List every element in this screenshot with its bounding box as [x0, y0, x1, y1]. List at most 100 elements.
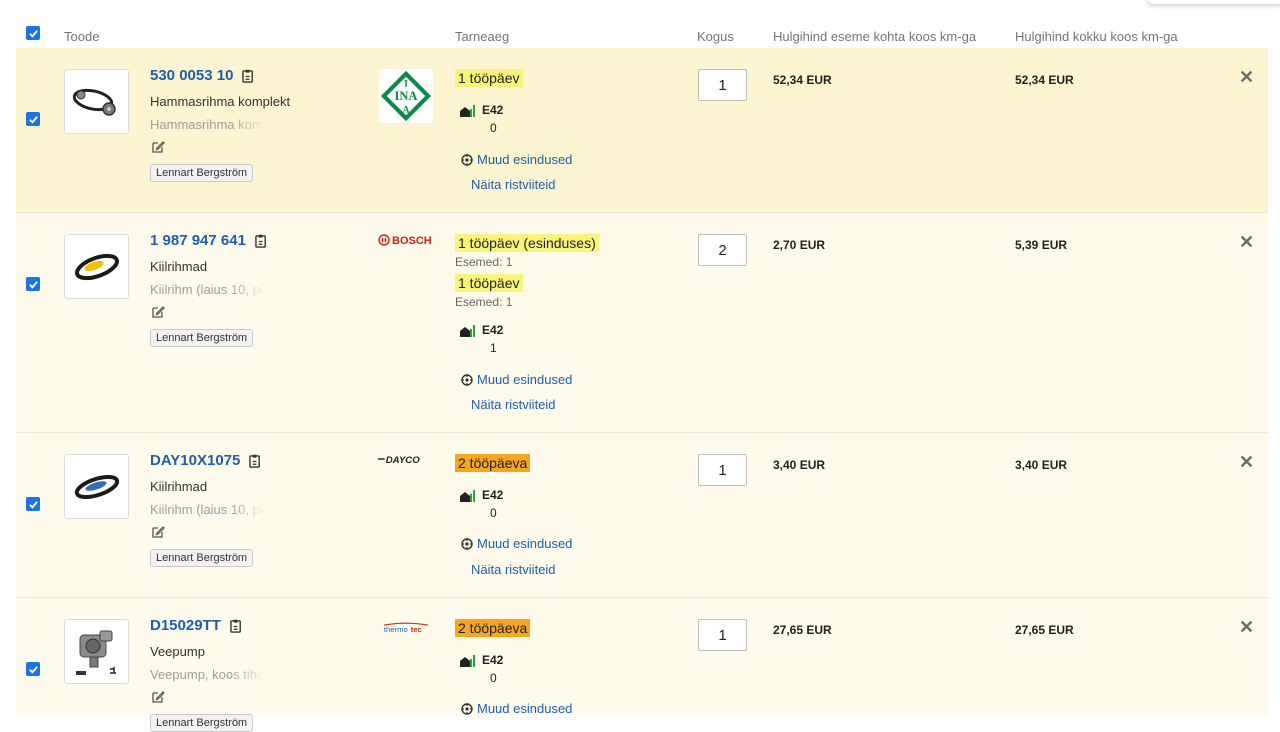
- svg-text:tec: tec: [411, 625, 423, 634]
- brand-logo-thermotec: thermo tec: [382, 622, 438, 634]
- quantity-input[interactable]: 2: [698, 234, 747, 266]
- branches-icon: [461, 373, 473, 386]
- product-code-link[interactable]: DAY10X1075: [150, 452, 240, 469]
- cross-references-link[interactable]: Näita ristviiteid: [471, 562, 556, 577]
- table-header: Toode Tarneaeg Kogus Hulgihind eseme koh…: [0, 0, 1280, 48]
- supplier-tag: Lennart Bergström: [150, 714, 254, 732]
- copy-icon[interactable]: [255, 234, 268, 248]
- remove-row-icon[interactable]: ✕: [1239, 68, 1254, 86]
- warehouse-info: E42: [460, 488, 503, 502]
- product-code-link[interactable]: D15029TT: [150, 617, 221, 634]
- warehouse-code: E42: [482, 653, 504, 667]
- brand-logo-ina: I INA A: [378, 68, 434, 124]
- table-row: 530 0053 10 Hammasrihma komplekt Hammasr…: [16, 48, 1268, 213]
- table-row: D15029TT Veepump Veepump, koos tihendiga…: [16, 598, 1268, 732]
- unit-price: 3,40 EUR: [773, 458, 826, 472]
- edit-icon[interactable]: [152, 690, 165, 703]
- product-description: Hammasrihma komplekt: [150, 117, 265, 132]
- branches-icon: [461, 537, 473, 550]
- cross-references-link[interactable]: Näita ristviiteid: [471, 397, 556, 412]
- delivery-time-badge: 1 tööpäev: [455, 69, 523, 87]
- other-branches-label: Muud esindused: [477, 701, 573, 716]
- product-description: Kiilrihm (laius 10, pikkus: [150, 502, 265, 517]
- warehouse-quantity: 1: [490, 341, 497, 355]
- check-icon: [28, 280, 38, 289]
- other-branches-link[interactable]: Muud esindused: [461, 701, 572, 716]
- edit-icon[interactable]: [152, 525, 165, 538]
- delivery-time-badge: 1 tööpäev (esinduses): [455, 234, 599, 252]
- product-image[interactable]: [64, 454, 129, 519]
- warehouse-code: E42: [482, 323, 504, 337]
- total-price: 3,40 EUR: [1015, 458, 1068, 472]
- product-name: Kiilrihmad: [150, 479, 208, 494]
- warehouse-info: E42: [460, 653, 503, 667]
- total-price: 27,65 EUR: [1015, 623, 1074, 637]
- edit-icon[interactable]: [152, 305, 165, 318]
- supplier-tag: Lennart Bergström: [150, 549, 254, 567]
- total-price: 5,39 EUR: [1015, 238, 1068, 252]
- edit-icon[interactable]: [152, 140, 165, 153]
- svg-text:DAYCO: DAYCO: [386, 455, 421, 465]
- other-branches-link[interactable]: Muud esindused: [461, 152, 572, 167]
- column-header-quantity[interactable]: Kogus: [697, 29, 734, 44]
- remove-row-icon[interactable]: ✕: [1239, 618, 1254, 636]
- warehouse-stock-icon: [460, 105, 475, 117]
- cross-references-link[interactable]: Näita ristviiteid: [471, 177, 556, 192]
- row-checkbox[interactable]: [26, 112, 40, 126]
- product-image[interactable]: [64, 234, 129, 299]
- warehouse-stock-icon: [460, 655, 475, 667]
- warehouse-quantity: 0: [490, 121, 497, 135]
- check-icon: [28, 29, 38, 38]
- svg-text:INA: INA: [395, 89, 418, 103]
- v-belt-image: [74, 474, 119, 499]
- quantity-input[interactable]: 1: [698, 454, 747, 486]
- other-branches-label: Muud esindused: [477, 536, 573, 551]
- column-header-total-price[interactable]: Hulgihind kokku koos km-ga: [1015, 29, 1178, 44]
- other-branches-link[interactable]: Muud esindused: [461, 536, 572, 551]
- unit-price: 27,65 EUR: [773, 623, 832, 637]
- product-image[interactable]: [64, 69, 129, 134]
- copy-icon[interactable]: [242, 69, 255, 83]
- items-count: Esemed: 1: [455, 295, 513, 309]
- warehouse-quantity: 0: [490, 506, 497, 520]
- row-checkbox[interactable]: [26, 497, 40, 511]
- product-code-link[interactable]: 1 987 947 641: [150, 232, 246, 249]
- svg-text:BOSCH: BOSCH: [392, 235, 432, 247]
- product-description: Veepump, koos tihendiga: [150, 667, 265, 682]
- unit-price: 52,34 EUR: [773, 73, 832, 87]
- supplier-tag: Lennart Bergström: [150, 329, 254, 347]
- quantity-input[interactable]: 1: [698, 619, 747, 651]
- copy-icon[interactable]: [249, 454, 262, 468]
- select-all-checkbox[interactable]: [26, 26, 40, 40]
- product-code-link[interactable]: 530 0053 10: [150, 67, 233, 84]
- product-image[interactable]: [64, 619, 129, 684]
- copy-icon[interactable]: [230, 619, 243, 633]
- timing-belt-kit-image: [72, 88, 116, 116]
- branches-icon: [461, 702, 473, 715]
- column-header-unit-price[interactable]: Hulgihind eseme kohta koos km-ga: [773, 29, 976, 44]
- v-belt-image: [74, 253, 119, 280]
- check-icon: [28, 665, 38, 674]
- remove-row-icon[interactable]: ✕: [1239, 233, 1254, 251]
- row-checkbox[interactable]: [26, 277, 40, 291]
- column-header-delivery[interactable]: Tarneaeg: [455, 29, 509, 44]
- other-branches-link[interactable]: Muud esindused: [461, 372, 572, 387]
- warehouse-info: E42: [460, 323, 503, 337]
- other-branches-label: Muud esindused: [477, 372, 573, 387]
- row-checkbox[interactable]: [26, 662, 40, 676]
- remove-row-icon[interactable]: ✕: [1239, 453, 1254, 471]
- warehouse-quantity: 0: [490, 671, 497, 685]
- unit-price: 2,70 EUR: [773, 238, 826, 252]
- warehouse-code: E42: [482, 103, 504, 117]
- quantity-input[interactable]: 1: [698, 69, 747, 101]
- table-row: 1 987 947 641 Kiilrihmad Kiilrihm (laius…: [16, 213, 1268, 433]
- warehouse-code: E42: [482, 488, 504, 502]
- delivery-time-badge: 2 tööpäeva: [455, 619, 531, 637]
- warehouse-stock-icon: [460, 325, 475, 337]
- water-pump-image: [75, 630, 116, 675]
- check-icon: [28, 500, 38, 509]
- column-header-product[interactable]: Toode: [64, 29, 99, 44]
- product-name: Hammasrihma komplekt: [150, 94, 291, 109]
- delivery-time-badge: 1 tööpäev: [455, 274, 523, 292]
- branches-icon: [461, 153, 473, 166]
